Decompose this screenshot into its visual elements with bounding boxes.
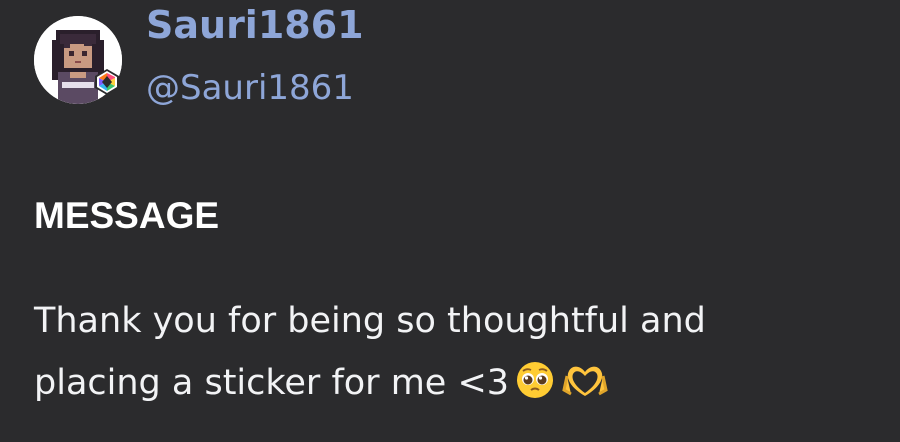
heart-hands-emoji-icon — [562, 366, 608, 396]
profile-header: Sauri1861 @Sauri1861 — [34, 0, 894, 110]
message-line-2: placing a sticker for me <3 — [34, 352, 894, 414]
display-name: Sauri1861 — [146, 3, 364, 47]
message-line-1: Thank you for being so thoughtful and — [34, 301, 706, 341]
hexagon-badge-icon[interactable] — [93, 68, 121, 96]
username: @Sauri1861 — [146, 68, 354, 108]
message-section-heading: MESSAGE — [34, 195, 220, 236]
pleading-face-emoji-icon — [517, 362, 554, 398]
message-body: Thank you for being so thoughtful and pl… — [34, 290, 894, 414]
message-line-2-text: placing a sticker for me <3 — [34, 363, 510, 403]
